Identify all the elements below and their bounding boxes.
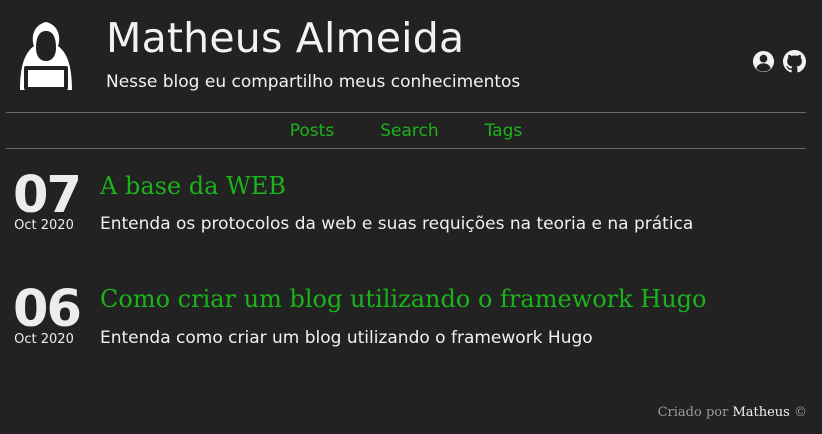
nav-divider-bottom: [6, 148, 806, 149]
site-header: Matheus Almeida Nesse blog eu compartilh…: [0, 0, 822, 112]
nav-item-search[interactable]: Search: [380, 121, 438, 141]
post-list-item: 06 Oct 2020 Como criar um blog utilizand…: [0, 280, 822, 360]
hacker-avatar-icon: [14, 18, 78, 92]
nav-item-posts[interactable]: Posts: [290, 121, 334, 141]
footer-author-link[interactable]: Matheus: [732, 405, 789, 420]
site-subtitle: Nesse blog eu compartilho meus conhecime…: [106, 72, 521, 92]
post-summary: Entenda os protocolos da web e suas requ…: [100, 214, 694, 234]
post-title-link[interactable]: Como criar um blog utilizando o framewor…: [100, 284, 707, 314]
post-day: 07: [13, 166, 82, 225]
post-list-item: 07 Oct 2020 A base da WEB Entenda os pro…: [0, 166, 822, 246]
site-title: Matheus Almeida: [106, 14, 465, 62]
social-links: [752, 50, 806, 73]
post-title-link[interactable]: A base da WEB: [100, 171, 286, 201]
github-icon[interactable]: [783, 50, 806, 73]
copyright-symbol: ©: [794, 405, 807, 420]
nav-item-tags[interactable]: Tags: [485, 121, 523, 141]
site-footer: Criado por Matheus ©: [658, 405, 807, 420]
post-month-year: Oct 2020: [14, 332, 74, 347]
main-nav: Posts Search Tags: [0, 113, 812, 148]
post-summary: Entenda como criar um blog utilizando o …: [100, 328, 593, 348]
post-day: 06: [13, 280, 82, 339]
user-circle-icon[interactable]: [752, 50, 775, 73]
footer-prefix: Criado por: [657, 405, 729, 420]
post-month-year: Oct 2020: [14, 218, 74, 233]
